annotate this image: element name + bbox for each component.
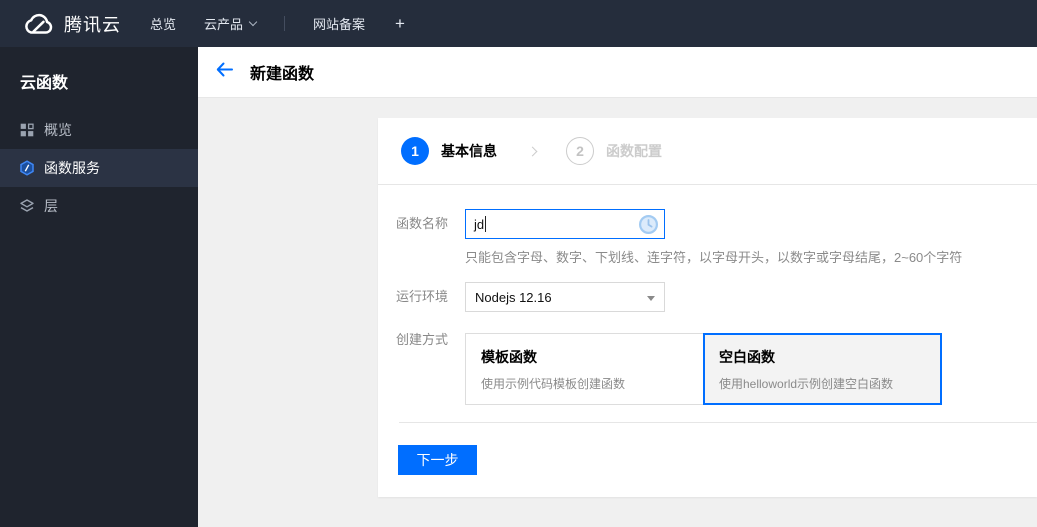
option-desc: 使用helloworld示例创建空白函数 — [719, 377, 894, 391]
sidebar-item-label: 概览 — [44, 122, 72, 138]
footer-divider — [399, 422, 1037, 423]
sidebar-item-label: 层 — [44, 198, 58, 214]
triangle-down-icon — [647, 296, 655, 301]
page-title: 新建函数 — [250, 66, 315, 83]
sidebar-item-overview[interactable]: 概览 — [0, 111, 198, 149]
layers-icon — [19, 198, 35, 214]
option-title: 空白函数 — [719, 349, 775, 365]
nav-item-cloud-products[interactable]: 云产品 — [204, 14, 258, 33]
next-step-button[interactable]: 下一步 — [398, 445, 477, 475]
arrow-left-icon — [216, 62, 233, 82]
top-navigation: 总览 云产品 网站备案 + — [150, 14, 405, 34]
content-area: 1 基本信息 2 函数配置 函数名称 jd 只能包含字母、数字、下划线、连字符，… — [198, 98, 1037, 527]
function-name-label: 函数名称 — [396, 216, 449, 231]
option-title: 模板函数 — [481, 349, 537, 365]
clock-pending-icon — [638, 214, 659, 240]
text-cursor — [485, 216, 487, 232]
sidebar-item-label: 函数服务 — [44, 160, 100, 176]
creation-method-options: 模板函数 使用示例代码模板创建函数 空白函数 使用helloworld示例创建空… — [465, 333, 942, 405]
tencent-cloud-logo-icon — [21, 12, 55, 36]
sidebar: 云函数 概览 函数服务 层 — [0, 47, 198, 527]
grid-overview-icon — [19, 122, 35, 138]
function-name-help: 只能包含字母、数字、下划线、连字符，以字母开头，以数字或字母结尾，2~60个字符 — [465, 250, 963, 265]
page-header: 新建函数 — [198, 47, 1037, 98]
brand-home-link[interactable]: 腾讯云 — [21, 11, 121, 37]
nav-separator — [284, 16, 286, 31]
app-root: 腾讯云 总览 云产品 网站备案 + 云函数 概览 函数服务 层 新建函数 1 基… — [0, 0, 1037, 527]
nav-item-icp-filing[interactable]: 网站备案 — [313, 14, 365, 33]
function-hexagon-icon — [19, 160, 35, 176]
chevron-right-icon — [527, 146, 538, 156]
sidebar-title: 云函数 — [20, 75, 69, 92]
step-2-label: 函数配置 — [606, 143, 662, 159]
runtime-select[interactable]: Nodejs 12.16 — [465, 282, 665, 312]
sidebar-item-layers[interactable]: 层 — [0, 187, 198, 225]
option-desc: 使用示例代码模板创建函数 — [481, 377, 626, 391]
sidebar-item-function-service[interactable]: 函数服务 — [0, 149, 198, 187]
nav-add-tab-button[interactable]: + — [395, 14, 405, 34]
function-name-input[interactable]: jd — [465, 209, 665, 239]
option-template-function[interactable]: 模板函数 使用示例代码模板创建函数 — [465, 333, 704, 405]
step-1-label: 基本信息 — [441, 143, 497, 159]
function-name-value: jd — [474, 216, 485, 232]
new-function-card: 1 基本信息 2 函数配置 函数名称 jd 只能包含字母、数字、下划线、连字符，… — [378, 118, 1037, 497]
back-button[interactable] — [216, 62, 233, 82]
nav-item-overview[interactable]: 总览 — [150, 14, 176, 33]
runtime-value: Nodejs 12.16 — [475, 289, 552, 305]
brand-name: 腾讯云 — [64, 14, 121, 35]
chevron-down-icon — [248, 17, 258, 27]
runtime-label: 运行环境 — [396, 289, 449, 304]
creation-method-label: 创建方式 — [396, 332, 449, 347]
option-blank-function[interactable]: 空白函数 使用helloworld示例创建空白函数 — [703, 333, 942, 405]
step-1-circle: 1 — [401, 137, 429, 165]
topbar: 腾讯云 总览 云产品 网站备案 + — [0, 0, 1037, 47]
wizard-steps: 1 基本信息 2 函数配置 — [378, 118, 1037, 185]
step-2-circle: 2 — [566, 137, 594, 165]
